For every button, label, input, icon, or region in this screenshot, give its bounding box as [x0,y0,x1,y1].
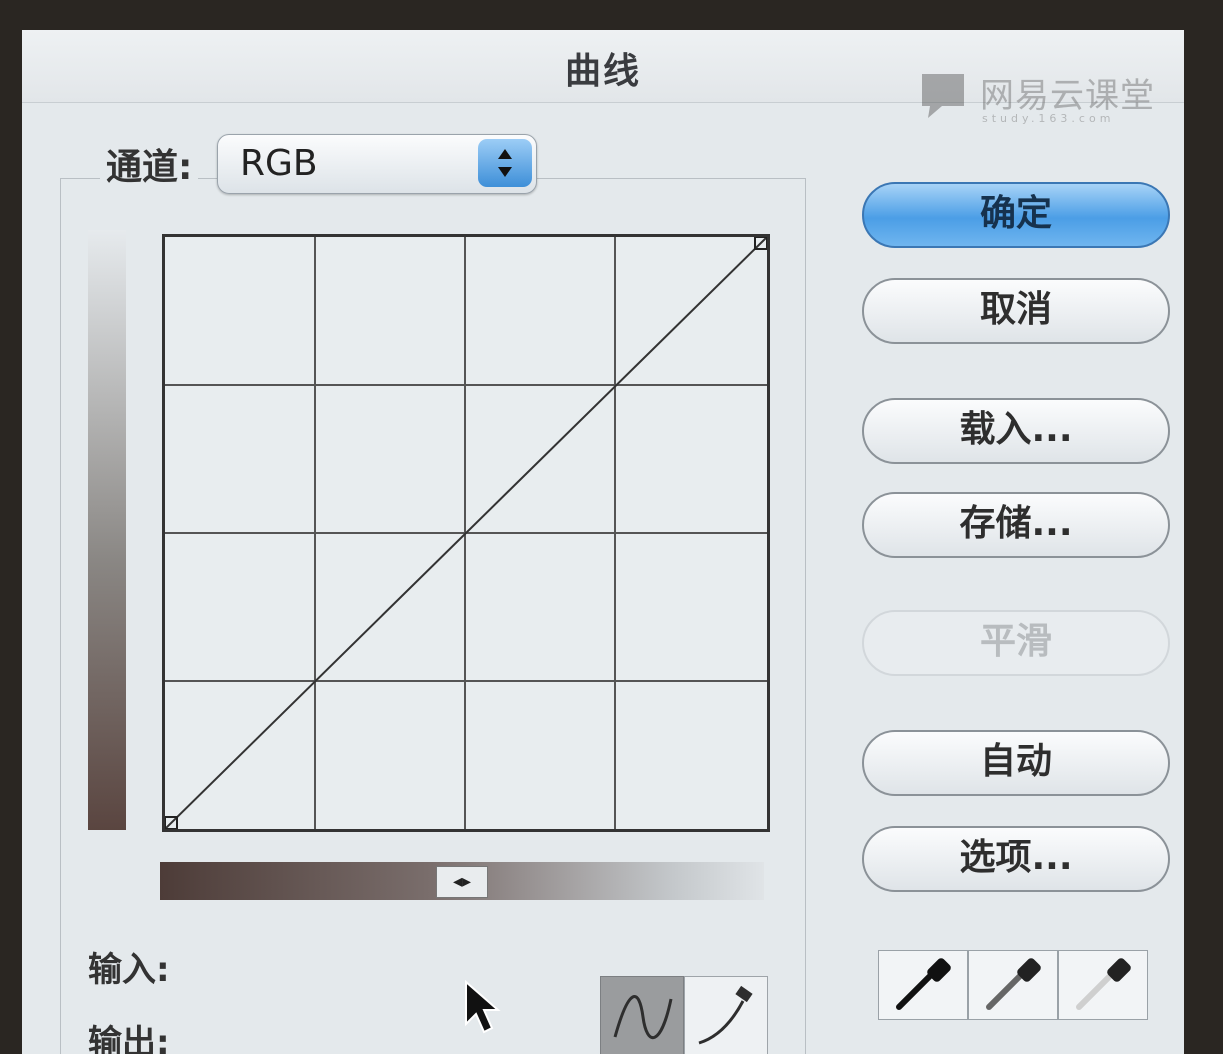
watermark-name: 网易云课堂 [980,76,1155,116]
smooth-button[interactable]: 平滑 [862,610,1170,676]
curve-mode-button[interactable] [600,976,684,1054]
curves-dialog: 曲线 网易云课堂 study.163.com 通道: RGB ◂▸ 输入: 输出… [22,30,1184,1054]
cancel-button[interactable]: 取消 [862,278,1170,344]
channel-value: RGB [240,143,318,184]
input-gradient-bar: ◂▸ [160,862,764,900]
save-button[interactable]: 存储... [862,492,1170,558]
channel-label: 通道: [100,138,199,190]
curve-tool-icon [613,995,673,1039]
watermark-url: study.163.com [982,112,1115,125]
up-down-arrows-icon [478,139,532,187]
white-point-eyedropper[interactable] [1058,950,1148,1020]
pencil-tool-icon [698,985,753,1045]
watermark: 网易云课堂 study.163.com [920,68,1180,128]
white-point-eyedropper-icon [1076,958,1131,1010]
title-bar[interactable]: 曲线 网易云课堂 study.163.com [22,30,1184,125]
gray-point-eyedropper-icon [986,958,1041,1010]
load-button[interactable]: 载入... [862,398,1170,464]
curve-graph-canvas [165,237,767,829]
watermark-logo-icon [922,74,964,118]
input-label: 输入: [88,950,170,990]
output-gradient-bar [88,230,126,830]
curve-graph[interactable] [162,234,770,832]
pencil-mode-button[interactable] [684,976,768,1054]
black-point-eyedropper[interactable] [878,950,968,1020]
auto-button[interactable]: 自动 [862,730,1170,796]
ok-button[interactable]: 确定 [862,182,1170,248]
gray-point-eyedropper[interactable] [968,950,1058,1020]
left-right-arrows-icon[interactable]: ◂▸ [436,866,488,898]
options-button[interactable]: 选项... [862,826,1170,892]
channel-select[interactable]: RGB [217,134,537,194]
black-point-eyedropper-icon [896,958,951,1010]
arrow-pointer-icon [465,980,501,1034]
output-label: 输出: [88,1023,170,1054]
